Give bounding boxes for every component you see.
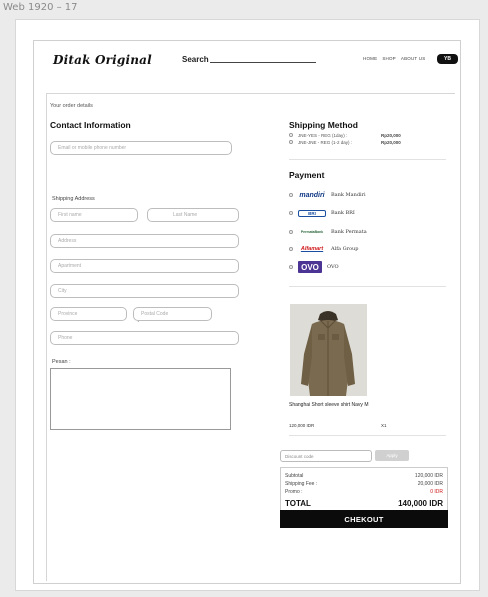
payment-heading: Payment	[289, 170, 325, 180]
product-name: Shanghai Short sleeve shirt Navy M	[289, 402, 369, 408]
promo-value: 0 IDR	[430, 489, 443, 495]
checkout-page: Ditak Original Search HOME SHOP ABOUT US…	[33, 40, 461, 584]
shipping-address-label: Shipping Address	[52, 196, 95, 202]
payment-name: OVO	[327, 264, 339, 270]
divider	[289, 435, 446, 436]
payment-option-ovo[interactable]: OVO OVO	[289, 261, 339, 273]
content-top-border	[46, 93, 455, 94]
promo-row: Promo : 0 IDR	[285, 489, 443, 495]
navbar: Ditak Original Search HOME SHOP ABOUT US…	[34, 41, 460, 85]
nav-link-about[interactable]: ABOUT US	[401, 56, 426, 61]
apply-button[interactable]: Apply	[375, 450, 409, 461]
shipping-option[interactable]: JNE-JNE - REG (1-2 day) : Rp20,000	[289, 140, 401, 145]
shipping-option-name: JNE-YES - REG (1day) :	[298, 133, 348, 138]
subtotal-row: Subtotal 120,000 IDR	[285, 473, 443, 479]
message-label: Pesan :	[52, 359, 71, 365]
shipping-fee-label: Shipping Fee :	[285, 481, 318, 487]
contact-heading: Contact Information	[50, 120, 131, 130]
product-quantity: X1	[381, 423, 387, 428]
payment-name: Alfa Group	[331, 246, 359, 252]
province-select[interactable]: Province |▾	[50, 307, 140, 324]
payment-name: Bank Permata	[331, 229, 367, 235]
cart-button[interactable]: YB	[437, 54, 458, 64]
payment-option-alfamart[interactable]: Alfamart Alfa Group	[289, 243, 358, 255]
shipping-option-name: JNE-JNE - REG (1-2 day) :	[298, 140, 353, 145]
city-field[interactable]: City	[50, 284, 239, 298]
apartment-field[interactable]: Apartment	[50, 259, 239, 273]
postal-code-field[interactable]: Postal Code	[133, 307, 212, 321]
first-name-field[interactable]: First name	[50, 208, 138, 222]
phone-field[interactable]: Phone	[50, 331, 239, 345]
total-label: TOTAL	[285, 499, 311, 508]
promo-label: Promo :	[285, 489, 303, 495]
radio-button[interactable]	[289, 140, 293, 144]
subtotal-value: 120,000 IDR	[414, 473, 443, 479]
message-textarea[interactable]	[50, 368, 231, 430]
content-left-border	[46, 93, 47, 581]
page-canvas: Ditak Original Search HOME SHOP ABOUT US…	[15, 19, 480, 591]
nav-link-home[interactable]: HOME	[363, 56, 377, 61]
total-value: 140,000 IDR	[398, 499, 443, 508]
frame-title: Web 1920 – 17	[3, 2, 78, 13]
payment-name: Bank Mandiri	[331, 192, 366, 198]
total-row: TOTAL 140,000 IDR	[285, 499, 443, 508]
radio-button[interactable]	[289, 133, 293, 137]
shipping-option-price: Rp20,000	[381, 140, 401, 145]
nav-link-shop[interactable]: SHOP	[382, 56, 396, 61]
shipping-option-price: Rp20,000	[381, 133, 401, 138]
shipping-fee-value: 20,000 IDR	[417, 481, 443, 487]
payment-option-bri[interactable]: BRI Bank BRI	[289, 207, 355, 219]
address-field[interactable]: Address	[50, 234, 239, 248]
payment-name: Bank BRI	[331, 210, 355, 216]
shipping-option[interactable]: JNE-YES - REG (1day) : Rp20,000	[289, 133, 401, 138]
province-value: Province	[58, 311, 78, 317]
ovo-logo-icon: OVO	[298, 261, 322, 273]
nav-links: HOME SHOP ABOUT US	[363, 56, 425, 61]
payment-option-permata[interactable]: PermataBank Bank Permata	[289, 226, 367, 238]
bri-logo-icon: BRI	[298, 209, 326, 217]
radio-button[interactable]	[289, 230, 293, 234]
product-shirt-photo	[290, 304, 367, 396]
product-price: 120,000 IDR	[289, 423, 315, 428]
your-order-label: Your order details	[50, 103, 93, 109]
radio-button[interactable]	[289, 265, 293, 269]
product-image	[290, 304, 367, 396]
last-name-field[interactable]: Last Name	[147, 208, 239, 222]
email-field[interactable]: Email or mobile phone number	[50, 141, 232, 155]
shipping-fee-row: Shipping Fee : 20,000 IDR	[285, 481, 443, 487]
checkout-button[interactable]: CHEKOUT	[280, 510, 448, 528]
payment-option-mandiri[interactable]: mandiri Bank Mandiri	[289, 189, 366, 201]
radio-button[interactable]	[289, 211, 293, 215]
search-label: Search	[182, 55, 209, 64]
discount-code-input[interactable]: Discount code	[280, 450, 372, 462]
divider	[289, 159, 446, 160]
brand-logo[interactable]: Ditak Original	[53, 53, 152, 67]
radio-button[interactable]	[289, 247, 293, 251]
radio-button[interactable]	[289, 193, 293, 197]
divider	[289, 286, 446, 287]
alfamart-logo-icon: Alfamart	[300, 246, 324, 252]
subtotal-label: Subtotal	[285, 473, 304, 479]
permata-logo-icon: PermataBank	[300, 230, 324, 234]
shipping-method-heading: Shipping Method	[289, 120, 358, 130]
search-input[interactable]	[210, 62, 316, 63]
mandiri-logo-icon: mandiri	[299, 191, 325, 199]
